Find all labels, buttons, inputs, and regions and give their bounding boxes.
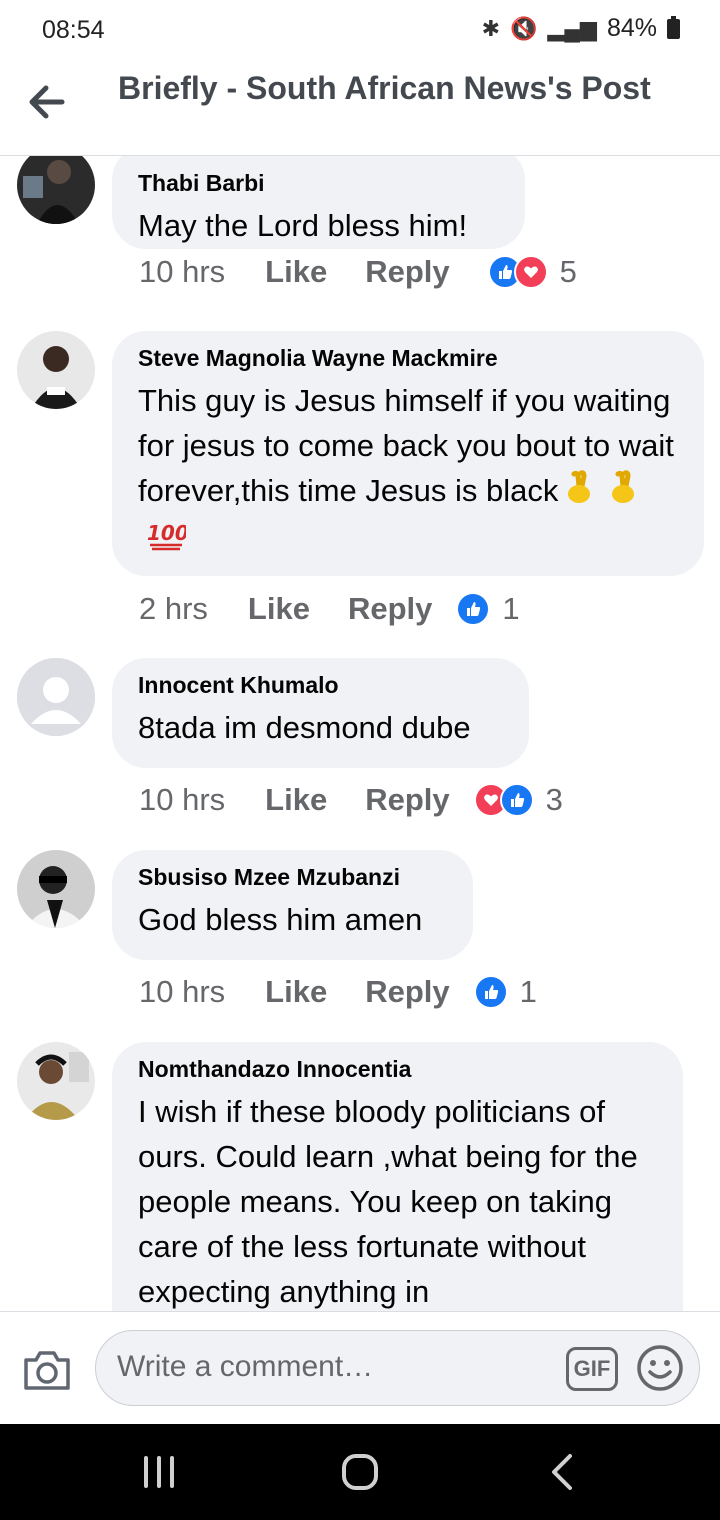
page-title: Briefly - South African News's Post [118, 70, 651, 106]
like-button[interactable]: Like [265, 782, 327, 818]
comment-bubble: Nomthandazo Innocentia I wish if these b… [112, 1042, 683, 1311]
comment-text: This guy is Jesus himself if you waiting… [138, 378, 678, 564]
comment-actions: 10 hrs Like Reply 5 [139, 254, 577, 290]
signal-icon: ▂▄▆ [547, 15, 597, 41]
comment-bubble: Sbusiso Mzee Mzubanzi God bless him amen [112, 850, 473, 960]
status-bar: 08:54 ✱ 🔇 ▂▄▆ 84% [0, 0, 720, 60]
emoji-button[interactable] [636, 1344, 684, 1392]
comment-list[interactable]: Thabi Barbi May the Lord bless him! 10 h… [0, 156, 720, 1311]
comment-time[interactable]: 2 hrs [139, 591, 208, 627]
comment-bubble: Steve Magnolia Wayne Mackmire This guy i… [112, 331, 704, 576]
reaction-icons[interactable] [473, 975, 508, 1009]
post-header: Briefly - South African News's Post [0, 60, 720, 156]
avatar[interactable] [17, 1042, 95, 1120]
reply-button[interactable]: Reply [365, 782, 449, 818]
reaction-count[interactable]: 1 [520, 974, 537, 1010]
reaction-count[interactable]: 5 [560, 254, 577, 290]
like-button[interactable]: Like [248, 591, 310, 627]
recent-apps-icon [144, 1456, 174, 1488]
comment-actions: 2 hrs Like Reply 1 [139, 591, 520, 627]
bluetooth-icon: ✱ [481, 15, 501, 41]
camera-button[interactable] [22, 1348, 72, 1392]
comment-composer: Write a comment… GIF [0, 1311, 720, 1425]
comment-input[interactable]: Write a comment… GIF [95, 1330, 700, 1406]
comment-bubble: Innocent Khumalo 8tada im desmond dube [112, 658, 529, 768]
hundred-points-icon: 100 [146, 518, 189, 564]
comment-time[interactable]: 10 hrs [139, 782, 225, 818]
battery-percent: 84% [606, 14, 657, 42]
battery-icon [667, 15, 680, 39]
back-nav-button[interactable] [548, 1452, 576, 1492]
comment-time[interactable]: 10 hrs [139, 254, 225, 290]
comment-text: I wish if these bloody politicians of ou… [138, 1094, 638, 1309]
comment-actions: 10 hrs Like Reply 3 [139, 782, 563, 818]
crossed-fingers-icon [564, 470, 594, 516]
comment-time[interactable]: 10 hrs [139, 974, 225, 1010]
back-button[interactable] [26, 84, 70, 120]
avatar[interactable] [17, 156, 95, 224]
gif-button[interactable]: GIF [566, 1347, 618, 1391]
svg-text:100: 100 [147, 521, 186, 545]
system-nav-bar [0, 1424, 720, 1520]
reaction-icons[interactable] [473, 783, 534, 817]
avatar[interactable] [17, 658, 95, 736]
reply-button[interactable]: Reply [365, 974, 449, 1010]
camera-icon [24, 1351, 70, 1390]
comment-author[interactable]: Innocent Khumalo [138, 672, 503, 699]
comment-author[interactable]: Sbusiso Mzee Mzubanzi [138, 864, 447, 891]
status-time: 08:54 [42, 16, 105, 44]
comment-actions: 10 hrs Like Reply 1 [139, 974, 537, 1010]
like-button[interactable]: Like [265, 254, 327, 290]
reaction-icons[interactable] [487, 255, 548, 289]
like-reaction-icon [456, 592, 491, 626]
crossed-fingers-icon [608, 470, 638, 516]
reply-button[interactable]: Reply [348, 591, 432, 627]
comment-text: God bless him amen [138, 902, 423, 937]
comment-text: 8tada im desmond dube [138, 710, 471, 745]
like-reaction-icon [473, 975, 508, 1009]
comment-input-placeholder: Write a comment… [117, 1350, 374, 1383]
reaction-count[interactable]: 1 [502, 591, 519, 627]
back-icon [552, 1454, 572, 1490]
status-icons: ✱ 🔇 ▂▄▆ 84% [482, 14, 680, 43]
avatar[interactable] [17, 850, 95, 928]
comment-text: May the Lord bless him! [138, 208, 468, 243]
mute-icon: 🔇 [510, 15, 538, 41]
reaction-count[interactable]: 3 [546, 782, 563, 818]
comment-author[interactable]: Steve Magnolia Wayne Mackmire [138, 345, 678, 372]
recent-apps-button[interactable] [142, 1452, 176, 1492]
like-button[interactable]: Like [265, 974, 327, 1010]
reply-button[interactable]: Reply [365, 254, 449, 290]
comment-bubble: Thabi Barbi May the Lord bless him! [112, 156, 525, 249]
avatar[interactable] [17, 331, 95, 409]
emoji-icon [637, 1345, 683, 1391]
love-reaction-icon [513, 255, 548, 289]
home-icon [342, 1454, 378, 1490]
back-arrow-icon [29, 85, 65, 119]
reaction-icons[interactable] [456, 592, 491, 626]
comment-author[interactable]: Thabi Barbi [138, 170, 499, 197]
home-button[interactable] [340, 1452, 380, 1492]
like-reaction-icon [499, 783, 534, 817]
comment-author[interactable]: Nomthandazo Innocentia [138, 1056, 657, 1083]
